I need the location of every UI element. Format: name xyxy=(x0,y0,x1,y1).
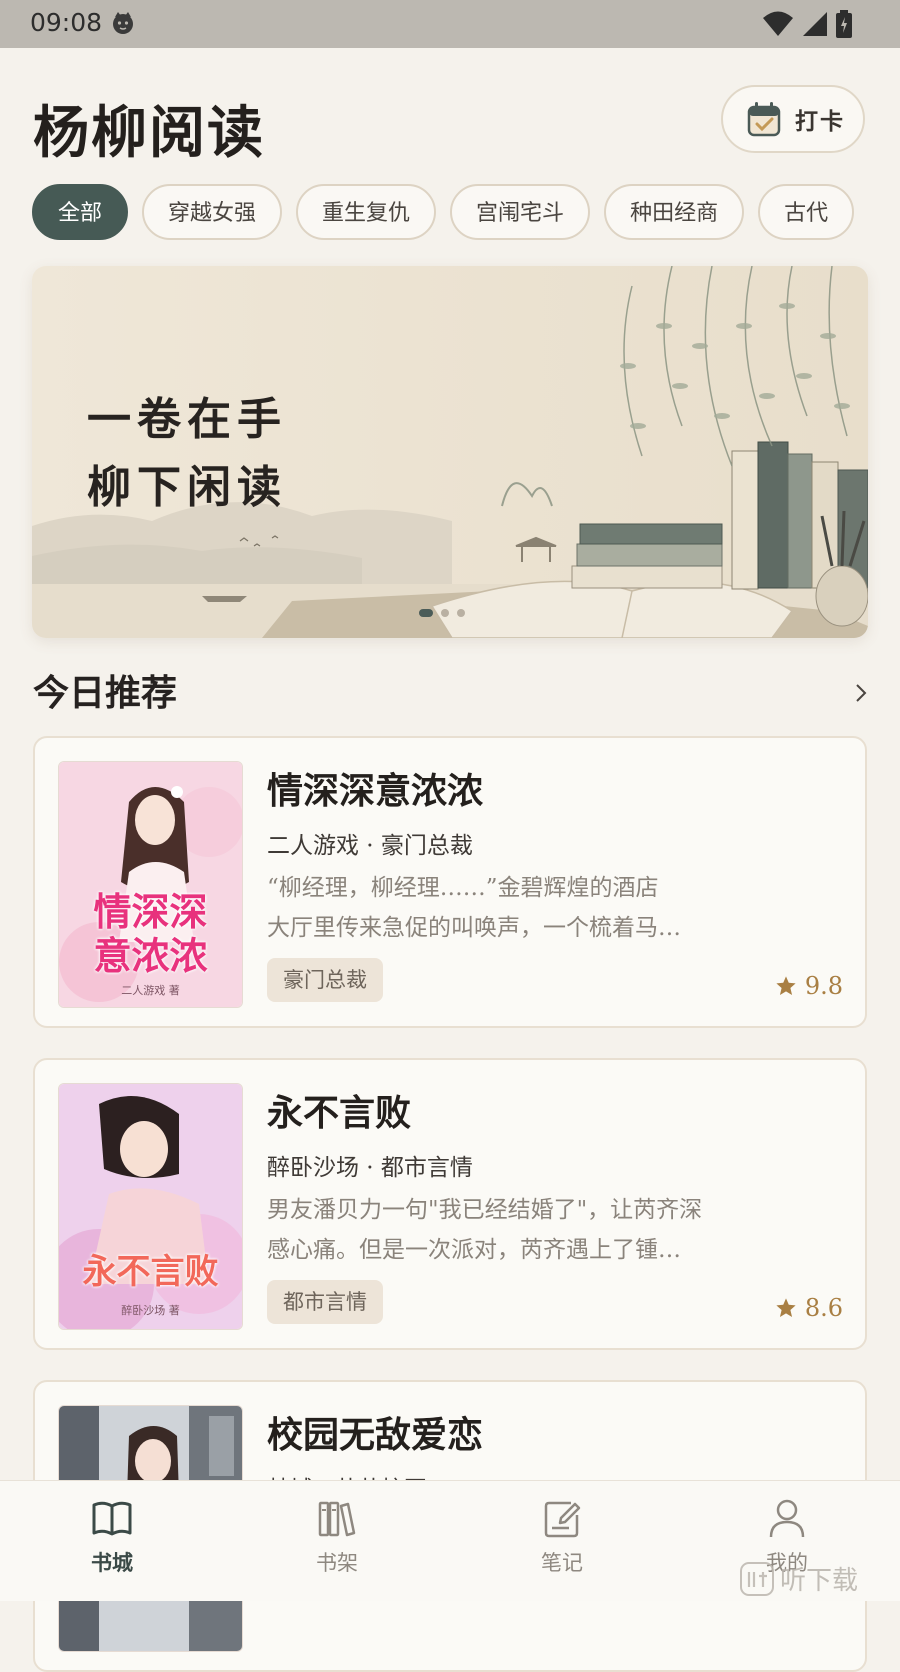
banner-dot-3[interactable] xyxy=(457,609,465,617)
star-icon xyxy=(776,1298,796,1317)
book-title: 校园无敌爱恋 xyxy=(267,1414,484,1456)
chip-ancient[interactable]: 古代 xyxy=(758,184,855,240)
chip-rebirth-revenge[interactable]: 重生复仇 xyxy=(296,184,437,240)
app-title: 杨柳阅读 xyxy=(33,100,265,166)
cat-notification-icon xyxy=(113,12,133,34)
section-title: 今日推荐 xyxy=(33,672,178,714)
rating-value: 8.6 xyxy=(804,1294,843,1322)
status-time: 09:08 xyxy=(30,8,103,37)
checkin-label: 打卡 xyxy=(795,108,845,135)
rating: 9.8 xyxy=(775,972,843,1000)
signal-icon xyxy=(803,12,827,36)
cover-author: 二人游戏 著 xyxy=(121,984,180,997)
book-meta: 醉卧沙场 · 都市言情 xyxy=(267,1155,473,1181)
chip-all[interactable]: 全部 xyxy=(32,184,129,240)
chip-farming-business[interactable]: 种田经商 xyxy=(604,184,745,240)
book-meta: 二人游戏 · 豪门总裁 xyxy=(267,833,473,859)
battery-icon xyxy=(836,10,852,38)
genre-tag[interactable]: 豪门总裁 xyxy=(267,958,383,1002)
promo-banner[interactable]: 一卷在手 柳下闲读 xyxy=(32,266,868,638)
chip-palace-intrigue[interactable]: 宫闱宅斗 xyxy=(450,184,591,240)
chip-time-travel-heroine[interactable]: 穿越女强 xyxy=(142,184,283,240)
banner-line-1: 一卷在手 xyxy=(87,394,287,445)
status-indicators xyxy=(762,10,852,38)
nav-bookstore[interactable]: 书城 xyxy=(52,1497,172,1577)
book-description: 男友潘贝力一句"我已经结婚了"，让芮齐深 感心痛。但是一次派对，芮齐遇上了锺… xyxy=(267,1197,703,1263)
book-card[interactable]: 永不言败 醉卧沙场 著 永不言败 醉卧沙场 · 都市言情 男友潘贝力一句"我已经… xyxy=(33,1058,867,1350)
banner-pagination xyxy=(419,609,465,617)
nav-label: 书架 xyxy=(316,1551,358,1575)
category-chips: 全部 穿越女强 重生复仇 宫闱宅斗 种田经商 古代 xyxy=(32,184,868,242)
checkin-button[interactable]: 打卡 xyxy=(721,85,865,153)
cover-title: 情深深 意浓浓 xyxy=(93,889,208,978)
chevron-right-icon[interactable] xyxy=(854,683,868,703)
rating-value: 9.8 xyxy=(804,972,843,1000)
rating: 8.6 xyxy=(775,1294,843,1322)
banner-line-2: 柳下闲读 xyxy=(87,462,287,513)
status-bar: 09:08 xyxy=(0,0,900,48)
watermark-text: 听下载 xyxy=(780,1566,859,1596)
book-cover[interactable]: 情深深 意浓浓 二人游戏 著 xyxy=(58,761,243,1008)
cover-title: 永不言败 xyxy=(82,1252,219,1292)
book-card[interactable]: 情深深 意浓浓 二人游戏 著 情深深意浓浓 二人游戏 · 豪门总裁 “柳经理，柳… xyxy=(33,736,867,1028)
nav-notes[interactable]: 笔记 xyxy=(502,1497,622,1577)
banner-dot-1[interactable] xyxy=(419,609,433,617)
nav-label: 笔记 xyxy=(541,1551,583,1575)
watermark: 听下载 xyxy=(740,1560,858,1597)
user-icon xyxy=(769,1499,805,1538)
watermark-logo-icon xyxy=(740,1561,774,1596)
banner-slogan: 一卷在手 柳下闲读 xyxy=(87,386,287,522)
banner-dot-2[interactable] xyxy=(441,609,449,617)
book-cover[interactable]: 永不言败 醉卧沙场 著 xyxy=(58,1083,243,1330)
book-description: “柳经理，柳经理……”金碧辉煌的酒店 大厅里传来急促的叫唤声，一个梳着马… xyxy=(267,875,681,941)
nav-bookshelf[interactable]: 书架 xyxy=(277,1497,397,1577)
star-icon xyxy=(776,976,796,995)
open-book-icon xyxy=(92,1501,132,1536)
note-edit-icon xyxy=(544,1501,581,1538)
nav-label: 书城 xyxy=(91,1550,133,1575)
genre-tag[interactable]: 都市言情 xyxy=(267,1280,383,1324)
calendar-check-icon xyxy=(747,102,781,137)
bookshelf-icon xyxy=(318,1501,356,1537)
book-title: 情深深意浓浓 xyxy=(267,770,484,812)
book-title: 永不言败 xyxy=(267,1092,412,1134)
cover-author: 醉卧沙场 著 xyxy=(121,1304,180,1317)
wifi-icon xyxy=(763,11,793,36)
